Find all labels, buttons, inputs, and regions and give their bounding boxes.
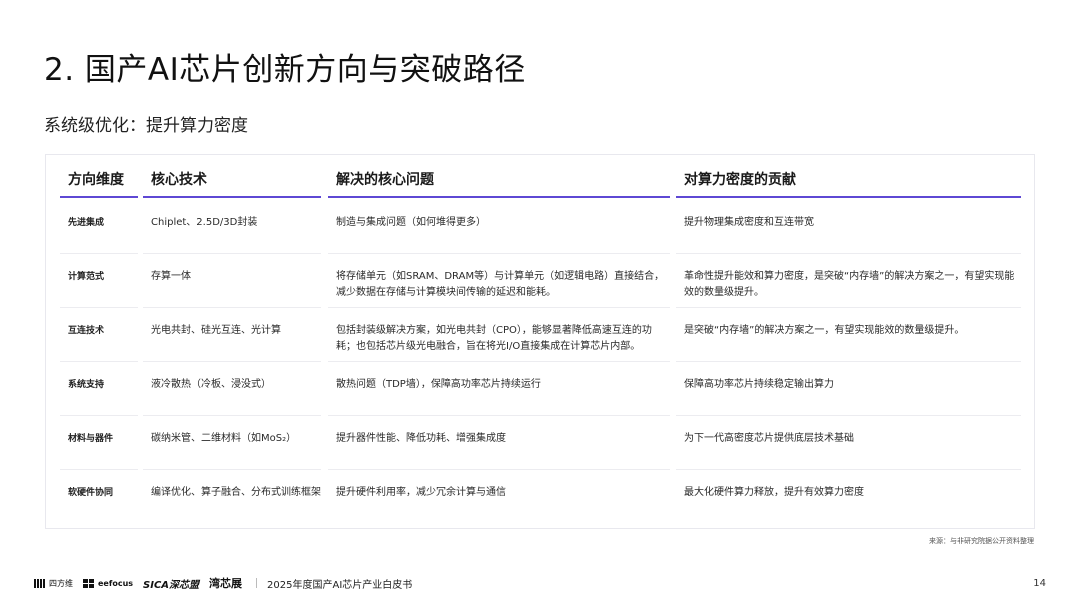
- sifangwei-logo-text: 四方维: [49, 578, 73, 588]
- row-core-tech: 碳纳米管、二维材料（如MoS₂）: [143, 416, 321, 470]
- sifangwei-logo: 四方维: [34, 578, 73, 589]
- row-core-tech: 编译优化、算子融合、分布式训练框架: [151, 487, 321, 498]
- row-dimension: 计算范式: [60, 254, 138, 308]
- row-dimension: 先进集成: [60, 200, 138, 254]
- table-header-core-problem: 解决的核心问题: [328, 170, 670, 198]
- sifangwei-logo-icon: [34, 578, 45, 588]
- row-core-problem: 提升器件性能、降低功耗、增强集成度: [328, 416, 670, 470]
- table-header-core-tech: 核心技术: [143, 170, 321, 198]
- table-row: 系统支持 液冷散热（冷板、浸没式） 散热问题（TDP墙），保障高功率芯片持续运行…: [46, 362, 1036, 416]
- row-dimension: 材料与器件: [60, 416, 138, 470]
- row-core-tech: 液冷散热（冷板、浸没式）: [143, 362, 321, 416]
- eefocus-logo-text: eefocus: [98, 578, 134, 588]
- sica-logo: SICA深芯盟: [143, 576, 199, 591]
- source-note: 来源：与非研究院据公开资料整理: [929, 537, 1034, 545]
- row-contribution: 革命性提升能效和算力密度，是突破“内存墙”的解决方案之一，有望实现能效的数量级提…: [676, 254, 1021, 308]
- report-title: 2025年度国产AI芯片产业白皮书: [267, 579, 413, 591]
- innovation-table: 方向维度 核心技术 解决的核心问题 对算力密度的贡献 先进集成 Chiplet、…: [45, 154, 1035, 529]
- wanxinzhan-logo-text: 湾芯展: [209, 577, 243, 590]
- row-core-tech: 存算一体: [143, 254, 321, 308]
- page-title: 2. 国产AI芯片创新方向与突破路径: [44, 52, 526, 88]
- eefocus-logo-icon: [83, 578, 94, 588]
- table-row: 计算范式 存算一体 将存储单元（如SRAM、DRAM等）与计算单元（如逻辑电路）…: [46, 254, 1036, 308]
- table-header-direction: 方向维度: [60, 170, 138, 198]
- row-core-problem: 包括封装级解决方案，如光电共封（CPO），能够显著降低高速互连的功耗；也包括芯片…: [328, 308, 670, 362]
- row-core-tech: 光电共封、硅光互连、光计算: [143, 308, 321, 362]
- row-contribution: 保障高功率芯片持续稳定输出算力: [676, 362, 1021, 416]
- table-row: 先进集成 Chiplet、2.5D/3D封装 制造与集成问题（如何堆得更多） 提…: [46, 200, 1036, 254]
- row-contribution: 是突破“内存墙”的解决方案之一，有望实现能效的数量级提升。: [676, 308, 1021, 362]
- row-contribution: 最大化硬件算力释放，提升有效算力密度: [684, 487, 864, 498]
- row-contribution: 为下一代高密度芯片提供底层技术基础: [676, 416, 1021, 470]
- section-subtitle: 系统级优化：提升算力密度: [44, 116, 248, 136]
- row-dimension: 系统支持: [60, 362, 138, 416]
- eefocus-logo: eefocus: [83, 578, 134, 588]
- row-dimension: 互连技术: [60, 308, 138, 362]
- page-number: 14: [1033, 577, 1046, 589]
- footer-divider: [256, 578, 258, 588]
- row-contribution: 提升物理集成密度和互连带宽: [676, 200, 1021, 254]
- table-row: 材料与器件 碳纳米管、二维材料（如MoS₂） 提升器件性能、降低功耗、增强集成度…: [46, 416, 1036, 470]
- row-core-tech: Chiplet、2.5D/3D封装: [143, 200, 321, 254]
- sica-logo-text: SICA深芯盟: [143, 579, 200, 591]
- row-core-problem: 散热问题（TDP墙），保障高功率芯片持续运行: [328, 362, 670, 416]
- row-core-problem: 制造与集成问题（如何堆得更多）: [328, 200, 670, 254]
- table-header-contribution: 对算力密度的贡献: [676, 170, 1021, 198]
- table-row: 软硬件协同 编译优化、算子融合、分布式训练框架 提升硬件利用率，减少冗余计算与通…: [46, 470, 1036, 524]
- table-row: 互连技术 光电共封、硅光互连、光计算 包括封装级解决方案，如光电共封（CPO），…: [46, 308, 1036, 362]
- row-core-problem: 将存储单元（如SRAM、DRAM等）与计算单元（如逻辑电路）直接结合，减少数据在…: [328, 254, 670, 308]
- footer: 四方维 eefocus SICA深芯盟 湾芯展 2025年度国产AI芯片产业白皮…: [34, 574, 1046, 592]
- wanxinzhan-logo: 湾芯展: [209, 575, 242, 591]
- row-dimension: 软硬件协同: [68, 488, 114, 498]
- row-core-problem: 提升硬件利用率，减少冗余计算与通信: [336, 487, 506, 498]
